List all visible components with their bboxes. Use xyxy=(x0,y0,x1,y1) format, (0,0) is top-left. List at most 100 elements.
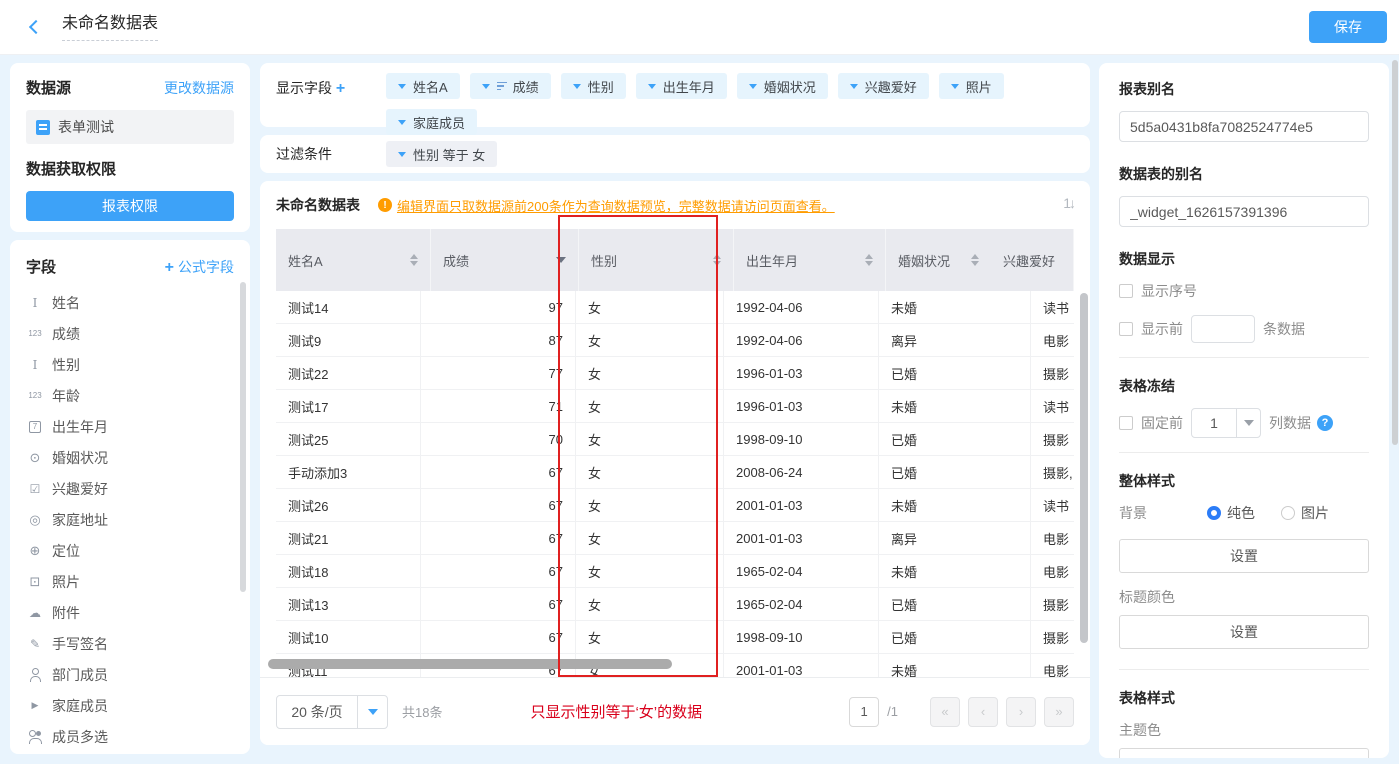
field-list-item[interactable]: 家庭成员 xyxy=(26,690,250,721)
cell-name: 测试9 xyxy=(276,324,421,356)
field-label: 手写签名 xyxy=(52,634,108,654)
cell-score: 77 xyxy=(421,357,576,389)
field-tag[interactable]: 婚姻状况 xyxy=(737,73,828,99)
field-list-item[interactable]: 成员多选 xyxy=(26,721,250,752)
solid-color-radio[interactable]: 纯色 xyxy=(1207,503,1255,523)
first-page-button[interactable]: « xyxy=(930,697,960,727)
next-page-button[interactable]: › xyxy=(1006,697,1036,727)
change-datasource-link[interactable]: 更改数据源 xyxy=(164,78,234,98)
page-scrollbar[interactable] xyxy=(1392,60,1398,445)
column-header[interactable]: 性别 xyxy=(579,229,734,291)
field-type-icon xyxy=(26,575,44,588)
field-list-item[interactable]: 家庭地址 xyxy=(26,504,250,535)
last-page-button[interactable]: » xyxy=(1044,697,1074,727)
column-sort-icon[interactable] xyxy=(713,254,721,266)
datasource-card: 数据源 更改数据源 表单测试 数据获取权限 报表权限 xyxy=(10,63,250,232)
prev-page-button[interactable]: ‹ xyxy=(968,697,998,727)
cell-name: 测试13 xyxy=(276,588,421,620)
background-label: 背景 xyxy=(1119,503,1207,523)
theme-color-label: 主题色 xyxy=(1119,720,1369,740)
field-list-item[interactable]: 照片 xyxy=(26,566,250,597)
cell-marital: 已婚 xyxy=(879,588,1031,620)
total-pages: /1 xyxy=(887,704,898,719)
field-type-icon xyxy=(26,421,44,433)
field-label: 性别 xyxy=(52,355,80,375)
show-index-checkbox[interactable]: 显示序号 xyxy=(1119,281,1369,301)
show-first-count-input[interactable] xyxy=(1191,315,1255,343)
field-tag-label: 家庭成员 xyxy=(413,113,465,132)
field-list-item[interactable]: 成绩 xyxy=(26,318,250,349)
field-tag[interactable]: 家庭成员 xyxy=(386,109,477,135)
horizontal-scrollbar[interactable] xyxy=(268,659,672,669)
table-alias-input[interactable] xyxy=(1119,196,1369,227)
help-icon[interactable]: ? xyxy=(1317,415,1333,431)
column-sort-icon[interactable] xyxy=(971,254,979,266)
table-vertical-scrollbar[interactable] xyxy=(1080,293,1088,643)
table-row: 手动添加3 67 女 2008-06-24 已婚 摄影, 读书 xyxy=(276,456,1074,489)
column-header[interactable]: 出生年月 xyxy=(734,229,886,291)
table-body: 测试14 97 女 1992-04-06 未婚 读书 测试9 87 女 1992… xyxy=(276,291,1074,677)
field-tag-label: 照片 xyxy=(966,77,992,96)
column-sort-icon[interactable] xyxy=(410,254,418,266)
freeze-count-select[interactable]: 1 xyxy=(1191,408,1261,438)
cell-score: 67 xyxy=(421,555,576,587)
datasource-item[interactable]: 表单测试 xyxy=(26,110,234,144)
back-button[interactable] xyxy=(20,13,48,41)
field-tag[interactable]: 性别 xyxy=(561,73,626,99)
fields-scrollbar[interactable] xyxy=(240,282,246,592)
field-list-item[interactable]: 年龄 xyxy=(26,380,250,411)
field-tag[interactable]: 照片 xyxy=(939,73,1004,99)
theme-color-set-button[interactable]: 设置 xyxy=(1119,748,1369,758)
report-alias-input[interactable] xyxy=(1119,111,1369,142)
cell-gender: 女 xyxy=(576,324,724,356)
field-list-item[interactable]: 附件 xyxy=(26,597,250,628)
table-alias-title: 数据表的别名 xyxy=(1119,164,1369,184)
filter-tags: 性别 等于 女 xyxy=(386,141,1026,167)
background-set-button[interactable]: 设置 xyxy=(1119,539,1369,573)
add-formula-field-link[interactable]: +公式字段 xyxy=(165,257,234,277)
cell-marital: 已婚 xyxy=(879,621,1031,653)
cell-birthdate: 1998-09-10 xyxy=(724,621,879,653)
field-list-item[interactable]: 婚姻状况 xyxy=(26,442,250,473)
column-header[interactable]: 兴趣爱好 xyxy=(991,229,1074,291)
field-tag[interactable]: 出生年月 xyxy=(636,73,727,99)
field-list-item[interactable]: 兴趣爱好 xyxy=(26,473,250,504)
cell-gender: 女 xyxy=(576,456,724,488)
column-header[interactable]: 成绩 xyxy=(431,229,579,291)
report-permission-button[interactable]: 报表权限 xyxy=(26,191,234,221)
filter-tag-label: 性别 等于 女 xyxy=(413,145,485,164)
freeze-columns-checkbox[interactable]: 固定前 1 列数据 ? xyxy=(1119,408,1369,438)
page-number-input[interactable] xyxy=(849,697,879,727)
column-header[interactable]: 姓名A xyxy=(276,229,431,291)
save-button[interactable]: 保存 xyxy=(1309,11,1387,43)
field-list-item[interactable]: 出生年月 xyxy=(26,411,250,442)
field-list-item[interactable]: 定位 xyxy=(26,535,250,566)
field-list-item[interactable]: 性别 xyxy=(26,349,250,380)
table-row: 测试18 67 女 1965-02-04 未婚 电影 xyxy=(276,555,1074,588)
dropdown-triangle-icon xyxy=(482,84,490,89)
filter-label: 过滤条件 xyxy=(276,144,386,164)
column-sort-icon[interactable] xyxy=(865,254,873,266)
column-header[interactable]: 婚姻状况 xyxy=(886,229,991,291)
column-sort-icon[interactable] xyxy=(556,257,566,263)
page-size-select[interactable]: 20 条/页 xyxy=(276,695,388,729)
field-tag[interactable]: 成绩 xyxy=(470,73,551,99)
cell-marital: 未婚 xyxy=(879,654,1031,677)
field-tag[interactable]: 姓名A xyxy=(386,73,460,99)
datasource-title: 数据源 xyxy=(26,77,71,98)
field-list-item[interactable]: 姓名 xyxy=(26,287,250,318)
field-tag[interactable]: 兴趣爱好 xyxy=(838,73,929,99)
show-first-checkbox[interactable]: 显示前 条数据 xyxy=(1119,315,1369,343)
image-radio[interactable]: 图片 xyxy=(1281,503,1329,523)
add-display-field-button[interactable]: + xyxy=(336,80,345,97)
dropdown-triangle-icon xyxy=(398,120,406,125)
title-color-label: 标题颜色 xyxy=(1119,587,1369,607)
table-sort-control-icon[interactable]: 1↓ xyxy=(1063,195,1074,211)
filter-tag[interactable]: 性别 等于 女 xyxy=(386,141,497,167)
field-list-item[interactable]: 手写签名 xyxy=(26,628,250,659)
field-list-item[interactable]: 部门成员 xyxy=(26,659,250,690)
field-type-icon xyxy=(26,359,44,371)
title-color-set-button[interactable]: 设置 xyxy=(1119,615,1369,649)
display-field-tags: 姓名A 成绩 性别 出生年月 婚姻状况 xyxy=(386,73,1026,117)
cell-birthdate: 2001-01-03 xyxy=(724,654,879,677)
